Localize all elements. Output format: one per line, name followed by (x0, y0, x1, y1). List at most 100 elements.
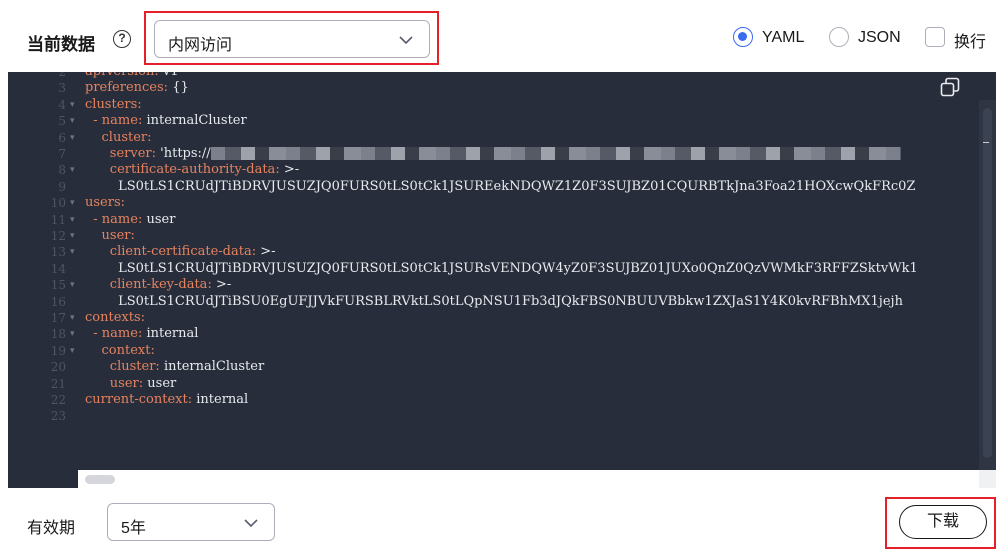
yaml-key: name (101, 113, 138, 129)
editor-gutter-footer (8, 470, 78, 488)
code-line[interactable]: 10 ▾ users: (8, 195, 988, 211)
wrap-checkbox[interactable] (925, 27, 945, 47)
line-number: 2 (58, 72, 66, 79)
yaml-value: user (142, 211, 176, 227)
code-text: server: 'https:// (85, 146, 901, 162)
code-line[interactable]: 7 server: 'https:// (8, 146, 988, 162)
editor-vertical-scrollbar[interactable] (983, 108, 992, 458)
code-line[interactable]: 12 ▾ user: (8, 228, 988, 244)
yaml-value: LS0tLS1CRUdJTiBSU0EgUFJJVkFURSBLRVktLS0t… (118, 293, 903, 309)
validity-select[interactable]: 5年 (107, 503, 275, 541)
code-line[interactable]: 15 ▾ client-key-data: >- (8, 277, 988, 293)
yaml-colon: : (120, 195, 126, 211)
redacted-server-url (210, 147, 901, 160)
fold-arrow-icon[interactable]: ▾ (70, 244, 75, 260)
code-text: contexts: (85, 310, 145, 326)
fold-arrow-icon[interactable]: ▾ (70, 113, 75, 129)
code-line[interactable]: 8 ▾ certificate-authority-data: >- (8, 162, 988, 178)
yaml-key: server (109, 146, 152, 161)
yaml-value: internalCluster (142, 113, 247, 129)
fold-arrow-icon[interactable]: ▾ (70, 277, 75, 293)
yaml-value: {} (168, 80, 189, 96)
question-circle-icon[interactable]: ? (113, 30, 131, 48)
yaml-key: apiVersion (85, 72, 154, 79)
yaml-value: >- (279, 162, 300, 178)
editor-horizontal-scroll-track[interactable] (8, 470, 996, 488)
fold-arrow-icon[interactable]: ▾ (70, 343, 75, 359)
code-line[interactable]: 20 cluster: internalCluster (8, 359, 988, 375)
code-text: user: (85, 228, 135, 244)
yaml-key: cluster (109, 359, 156, 375)
code-line[interactable]: 2 apiVersion: v1 (8, 72, 988, 80)
access-type-select[interactable]: 内网访问 (154, 20, 430, 58)
code-line[interactable]: 4 ▾ clusters: (8, 97, 988, 113)
code-text: current-context: internal (85, 392, 248, 408)
code-text: client-key-data: >- (85, 277, 231, 293)
line-number: 13 (50, 245, 66, 260)
yaml-colon: : (150, 342, 155, 358)
line-number: 21 (50, 376, 66, 391)
fold-arrow-icon[interactable]: ▾ (70, 228, 75, 244)
validity-label: 有效期 (27, 520, 76, 537)
code-line[interactable]: 11 ▾ - name: user (8, 212, 988, 228)
code-line[interactable]: 5 ▾ - name: internalCluster (8, 113, 988, 129)
line-number: 23 (50, 409, 66, 424)
yaml-key: name (101, 326, 138, 342)
code-line[interactable]: 21 user: user (8, 376, 988, 392)
yaml-key: certificate-authority-data (109, 162, 276, 178)
fold-arrow-icon[interactable]: ▾ (70, 310, 75, 326)
access-type-value: 内网访问 (168, 37, 233, 54)
editor-scroll-marker (983, 142, 989, 143)
code-line[interactable]: 19 ▾ context: (8, 343, 988, 359)
fold-arrow-icon[interactable]: ▾ (70, 212, 75, 228)
fold-arrow-icon[interactable]: ▾ (70, 195, 75, 211)
fold-arrow-icon[interactable]: ▾ (70, 326, 75, 342)
code-text: - name: internal (85, 326, 198, 342)
radio-json[interactable] (829, 27, 849, 47)
radio-yaml-label: YAML (762, 29, 805, 46)
radio-yaml[interactable] (733, 27, 753, 47)
yaml-value: >- (211, 277, 232, 293)
yaml-colon: : (147, 129, 152, 145)
fold-arrow-icon[interactable]: ▾ (70, 97, 75, 113)
chevron-down-icon (399, 36, 413, 45)
code-text: client-certificate-data: >- (85, 244, 276, 260)
code-line[interactable]: 22 current-context: internal (8, 392, 988, 408)
yaml-key: clusters (85, 96, 138, 112)
code-line[interactable]: 14 LS0tLS1CRUdJTiBDRVJUSUZJQ0FURS0tLS0tC… (8, 261, 988, 277)
line-number: 8 (58, 163, 66, 178)
fold-arrow-icon[interactable]: ▾ (70, 130, 75, 146)
yaml-key: contexts (85, 310, 141, 325)
code-line[interactable]: 16 LS0tLS1CRUdJTiBSU0EgUFJJVkFURSBLRVktL… (8, 294, 988, 310)
fold-arrow-icon[interactable]: ▾ (70, 162, 75, 178)
code-text: - name: user (85, 212, 175, 228)
yaml-value: internalCluster (159, 359, 265, 375)
line-number: 6 (58, 130, 66, 145)
download-button[interactable]: 下载 (899, 505, 987, 539)
yaml-value: LS0tLS1CRUdJTiBDRVJUSUZJQ0FURS0tLS0tCk1J… (118, 260, 918, 276)
code-text: user: user (85, 376, 176, 392)
code-line[interactable]: 23 (8, 408, 988, 424)
code-line[interactable]: 17 ▾ contexts: (8, 310, 988, 326)
code-text: LS0tLS1CRUdJTiBDRVJUSUZJQ0FURS0tLS0tCk1J… (85, 261, 918, 277)
line-number: 20 (50, 360, 66, 375)
code-indent: - (85, 211, 102, 227)
editor-horizontal-scrollbar[interactable] (85, 475, 115, 484)
line-number: 14 (50, 261, 66, 276)
code-line[interactable]: 9 LS0tLS1CRUdJTiBDRVJUSUZJQ0FURS0tLS0tCk… (8, 179, 988, 195)
yaml-editor[interactable]: 2 apiVersion: v1 3 preferences: {} 4 ▾ cluster… (8, 72, 996, 470)
code-line[interactable]: 18 ▾ - name: internal (8, 326, 988, 342)
code-line[interactable]: 13 ▾ client-certificate-data: >- (8, 244, 988, 260)
copy-icon[interactable] (939, 76, 961, 98)
code-line[interactable]: 3 preferences: {} (8, 80, 988, 96)
line-number: 18 (50, 327, 66, 342)
line-number: 19 (50, 343, 66, 358)
code-line[interactable]: 6 ▾ cluster: (8, 130, 988, 146)
